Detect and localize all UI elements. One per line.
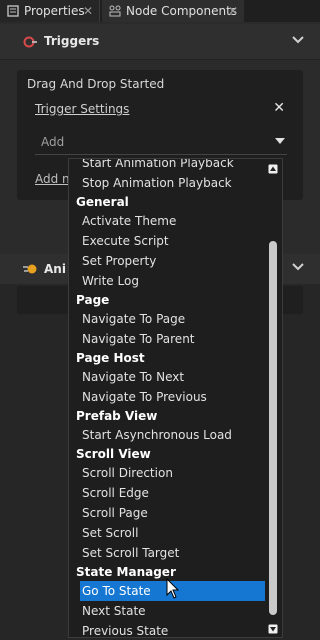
list-item[interactable]: Previous State <box>69 621 265 637</box>
list-item[interactable]: Navigate To Next <box>69 367 265 387</box>
trigger-icon <box>22 34 38 50</box>
trigger-settings-link[interactable]: Trigger Settings <box>35 102 129 116</box>
list-group-header: General <box>76 195 129 209</box>
close-icon[interactable]: ✕ <box>228 4 238 18</box>
list-item[interactable]: Next State <box>69 601 265 621</box>
list-item[interactable]: Write Log <box>69 271 265 291</box>
tab-bar: Properties ✕ Node Components ✕ <box>0 0 320 22</box>
animations-section-title: Ani <box>44 262 66 276</box>
list-item[interactable]: Scroll Page <box>69 503 265 523</box>
list-group-header: Page Host <box>76 351 145 365</box>
action-list: Start Animation Playback Stop Animation P… <box>69 159 265 637</box>
add-action-select[interactable]: Add <box>35 132 287 155</box>
triggers-section-header[interactable]: Triggers <box>0 24 320 60</box>
list-item[interactable]: Execute Script <box>69 231 265 251</box>
properties-icon <box>6 4 20 18</box>
list-item[interactable]: Navigate To Previous <box>69 387 265 407</box>
list-item[interactable]: Start Asynchronous Load <box>69 425 265 445</box>
list-item[interactable]: Stop Animation Playback <box>69 173 265 193</box>
list-item[interactable]: Navigate To Parent <box>69 329 265 349</box>
tab-node-components[interactable]: Node Components ✕ <box>102 0 244 22</box>
list-item[interactable]: Navigate To Page <box>69 309 265 329</box>
list-item[interactable]: Set Property <box>69 251 265 271</box>
tab-properties[interactable]: Properties ✕ <box>0 0 100 22</box>
list-item[interactable]: Scroll Direction <box>69 463 265 483</box>
remove-trigger-icon[interactable]: ✕ <box>273 100 285 116</box>
list-item[interactable]: Start Animation Playback <box>69 159 265 173</box>
dropdown-arrow-icon[interactable] <box>275 138 285 144</box>
list-item[interactable]: Set Scroll Target <box>69 543 265 563</box>
scrollbar[interactable] <box>268 163 278 634</box>
action-dropdown: Start Animation Playback Stop Animation P… <box>68 158 283 638</box>
add-action-placeholder: Add <box>41 135 65 149</box>
chevron-down-icon[interactable] <box>292 261 304 275</box>
scroll-down-icon[interactable] <box>268 623 278 634</box>
triggers-section-title: Triggers <box>44 34 100 48</box>
mouse-cursor-icon <box>166 577 180 600</box>
scrollbar-thumb[interactable] <box>269 241 277 615</box>
chevron-down-icon[interactable] <box>292 34 304 48</box>
node-components-icon <box>108 4 122 18</box>
list-item[interactable]: Set Scroll <box>69 523 265 543</box>
close-icon[interactable]: ✕ <box>83 4 93 18</box>
scroll-up-icon[interactable] <box>268 163 278 174</box>
list-group-header: Scroll View <box>76 447 151 461</box>
tab-properties-label: Properties <box>24 4 85 18</box>
list-item[interactable]: Scroll Edge <box>69 483 265 503</box>
animation-icon <box>22 262 38 276</box>
tab-node-components-label: Node Components <box>126 4 238 18</box>
list-group-header: Page <box>76 293 110 307</box>
list-group-header: Prefab View <box>76 409 158 423</box>
trigger-title: Drag And Drop Started <box>27 77 165 91</box>
list-item[interactable]: Activate Theme <box>69 211 265 231</box>
